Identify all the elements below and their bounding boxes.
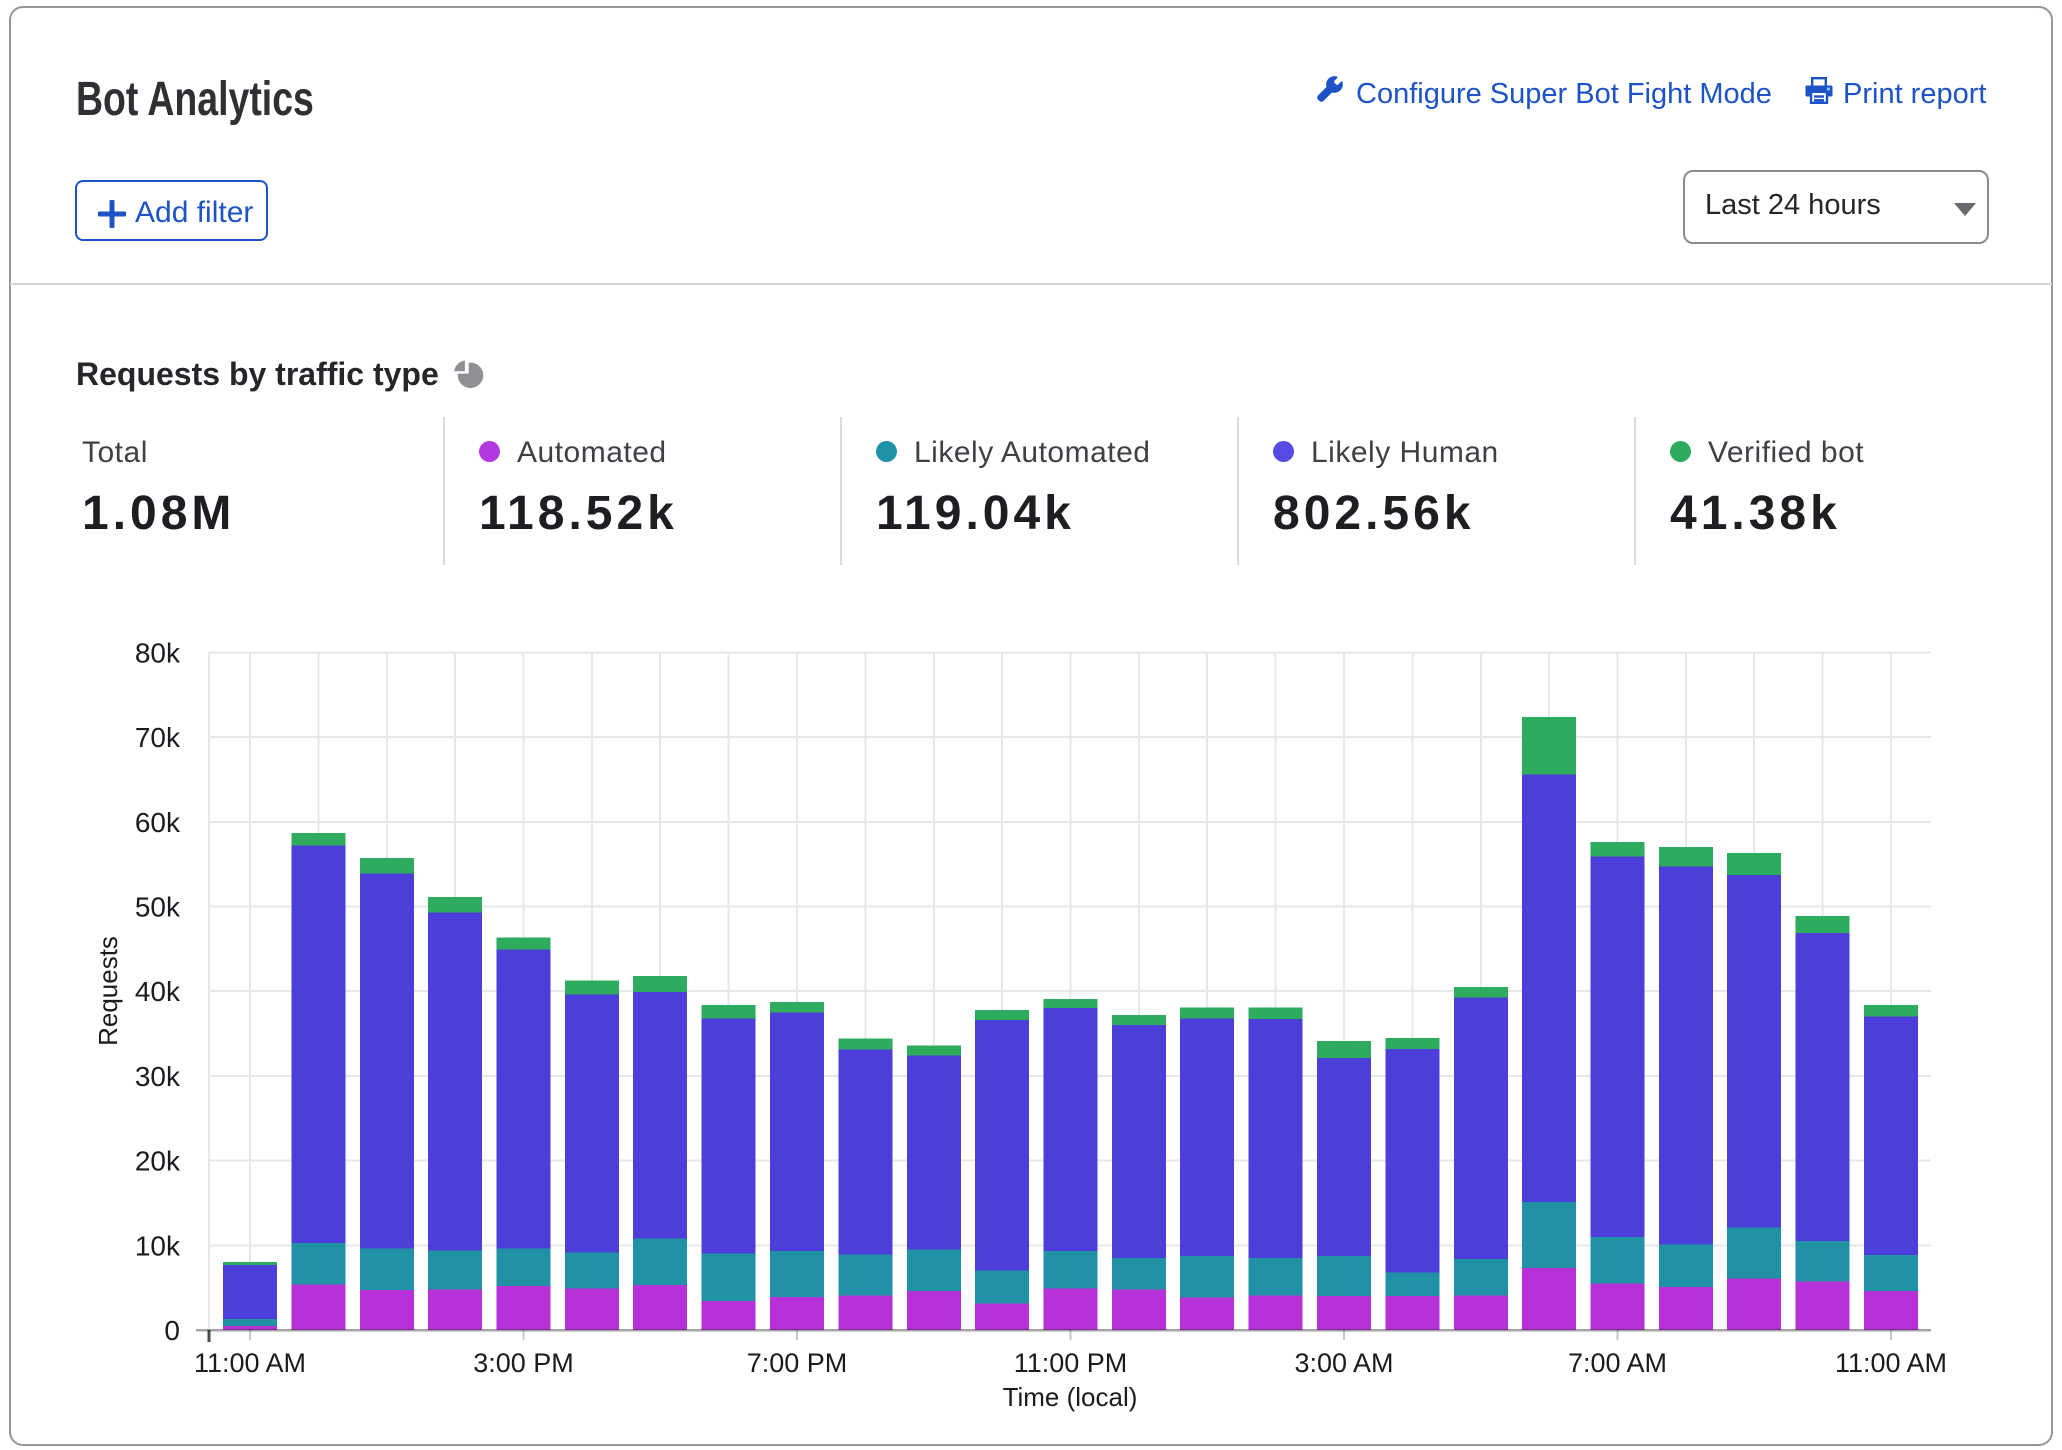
svg-text:70k: 70k [135, 722, 181, 753]
svg-text:11:00 AM: 11:00 AM [1835, 1348, 1947, 1378]
svg-text:50k: 50k [135, 892, 181, 923]
svg-text:60k: 60k [135, 807, 181, 838]
svg-text:10k: 10k [135, 1230, 181, 1261]
svg-text:40k: 40k [135, 976, 181, 1007]
svg-text:Requests: Requests [93, 936, 123, 1046]
svg-text:20k: 20k [135, 1146, 181, 1177]
svg-text:80k: 80k [135, 637, 181, 668]
svg-text:3:00 PM: 3:00 PM [473, 1348, 574, 1378]
svg-text:0: 0 [164, 1315, 180, 1346]
svg-text:11:00 PM: 11:00 PM [1014, 1348, 1128, 1378]
svg-text:Time (local): Time (local) [1003, 1382, 1138, 1412]
svg-text:11:00 AM: 11:00 AM [194, 1348, 306, 1378]
svg-text:7:00 AM: 7:00 AM [1568, 1348, 1667, 1378]
svg-text:7:00 PM: 7:00 PM [747, 1348, 848, 1378]
svg-text:30k: 30k [135, 1061, 181, 1092]
svg-text:3:00 AM: 3:00 AM [1294, 1348, 1393, 1378]
